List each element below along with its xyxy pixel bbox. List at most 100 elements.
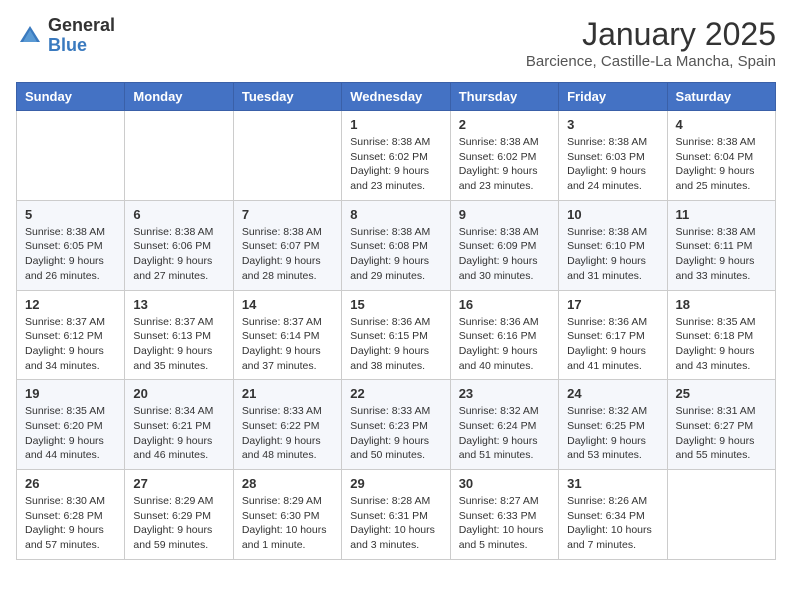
calendar-cell: 4 Sunrise: 8:38 AMSunset: 6:04 PMDaylight…: [667, 111, 775, 201]
day-number: 13: [133, 297, 224, 312]
day-detail: Sunrise: 8:38 AMSunset: 6:08 PMDaylight:…: [350, 225, 441, 284]
calendar-cell: [667, 470, 775, 560]
calendar-week-1: 1Sunrise: 8:38 AMSunset: 6:02 PMDaylight…: [17, 111, 776, 201]
calendar-cell: 3 Sunrise: 8:38 AMSunset: 6:03 PMDaylight…: [559, 111, 667, 201]
calendar-cell: [233, 111, 341, 201]
day-detail: Sunrise: 8:33 AMSunset: 6:23 PMDaylight:…: [350, 404, 441, 463]
calendar-cell: 20 Sunrise: 8:34 AMSunset: 6:21 PMDayligh…: [125, 380, 233, 470]
weekday-monday: Monday: [125, 83, 233, 111]
day-detail: Sunrise: 8:38 AMSunset: 6:02 PMDaylight:…: [350, 135, 441, 194]
day-detail: Sunrise: 8:37 AMSunset: 6:12 PMDaylight:…: [25, 315, 116, 374]
day-number: 29: [350, 476, 441, 491]
logo-icon: [16, 22, 44, 50]
calendar-cell: 10 Sunrise: 8:38 AMSunset: 6:10 PMDayligh…: [559, 200, 667, 290]
day-number: 10: [567, 207, 658, 222]
day-detail: Sunrise: 8:36 AMSunset: 6:15 PMDaylight:…: [350, 315, 441, 374]
calendar-cell: 13Sunrise: 8:37 AMSunset: 6:13 PMDayligh…: [125, 290, 233, 380]
day-number: 21: [242, 386, 333, 401]
logo: General Blue: [16, 16, 115, 56]
location-title: Barcience, Castille-La Mancha, Spain: [526, 53, 776, 70]
day-detail: Sunrise: 8:35 AMSunset: 6:18 PMDaylight:…: [676, 315, 767, 374]
day-detail: Sunrise: 8:38 AMSunset: 6:06 PMDaylight:…: [133, 225, 224, 284]
day-detail: Sunrise: 8:38 AMSunset: 6:11 PMDaylight:…: [676, 225, 767, 284]
day-detail: Sunrise: 8:33 AMSunset: 6:22 PMDaylight:…: [242, 404, 333, 463]
day-number: 25: [676, 386, 767, 401]
day-number: 11: [676, 207, 767, 222]
day-detail: Sunrise: 8:30 AMSunset: 6:28 PMDaylight:…: [25, 494, 116, 553]
day-number: 19: [25, 386, 116, 401]
calendar-week-5: 26 Sunrise: 8:30 AMSunset: 6:28 PMDayligh…: [17, 470, 776, 560]
weekday-wednesday: Wednesday: [342, 83, 450, 111]
calendar-cell: 27 Sunrise: 8:29 AMSunset: 6:29 PMDayligh…: [125, 470, 233, 560]
day-number: 30: [459, 476, 550, 491]
day-number: 26: [25, 476, 116, 491]
day-detail: Sunrise: 8:36 AMSunset: 6:17 PMDaylight:…: [567, 315, 658, 374]
day-detail: Sunrise: 8:28 AMSunset: 6:31 PMDaylight:…: [350, 494, 441, 553]
day-number: 3: [567, 117, 658, 132]
day-number: 9: [459, 207, 550, 222]
day-detail: Sunrise: 8:38 AMSunset: 6:05 PMDaylight:…: [25, 225, 116, 284]
day-number: 7: [242, 207, 333, 222]
calendar-cell: 17Sunrise: 8:36 AMSunset: 6:17 PMDayligh…: [559, 290, 667, 380]
day-number: 5: [25, 207, 116, 222]
day-number: 4: [676, 117, 767, 132]
calendar-cell: 29 Sunrise: 8:28 AMSunset: 6:31 PMDayligh…: [342, 470, 450, 560]
calendar-cell: [17, 111, 125, 201]
calendar-week-4: 19Sunrise: 8:35 AMSunset: 6:20 PMDayligh…: [17, 380, 776, 470]
day-number: 8: [350, 207, 441, 222]
title-block: January 2025 Barcience, Castille-La Manc…: [526, 16, 776, 70]
calendar-cell: 23 Sunrise: 8:32 AMSunset: 6:24 PMDayligh…: [450, 380, 558, 470]
calendar-table: SundayMondayTuesdayWednesdayThursdayFrid…: [16, 82, 776, 560]
day-detail: Sunrise: 8:29 AMSunset: 6:30 PMDaylight:…: [242, 494, 333, 553]
calendar-week-2: 5 Sunrise: 8:38 AMSunset: 6:05 PMDaylight…: [17, 200, 776, 290]
day-number: 16: [459, 297, 550, 312]
day-detail: Sunrise: 8:38 AMSunset: 6:09 PMDaylight:…: [459, 225, 550, 284]
day-detail: Sunrise: 8:38 AMSunset: 6:10 PMDaylight:…: [567, 225, 658, 284]
day-number: 27: [133, 476, 224, 491]
calendar-cell: 1Sunrise: 8:38 AMSunset: 6:02 PMDaylight…: [342, 111, 450, 201]
weekday-friday: Friday: [559, 83, 667, 111]
calendar-cell: 25Sunrise: 8:31 AMSunset: 6:27 PMDayligh…: [667, 380, 775, 470]
calendar-cell: 18 Sunrise: 8:35 AMSunset: 6:18 PMDayligh…: [667, 290, 775, 380]
weekday-saturday: Saturday: [667, 83, 775, 111]
day-number: 2: [459, 117, 550, 132]
calendar-cell: 8 Sunrise: 8:38 AMSunset: 6:08 PMDaylight…: [342, 200, 450, 290]
logo-text: General Blue: [48, 16, 115, 56]
logo-blue: Blue: [48, 35, 87, 55]
calendar-week-3: 12Sunrise: 8:37 AMSunset: 6:12 PMDayligh…: [17, 290, 776, 380]
calendar-cell: 16 Sunrise: 8:36 AMSunset: 6:16 PMDayligh…: [450, 290, 558, 380]
day-detail: Sunrise: 8:32 AMSunset: 6:24 PMDaylight:…: [459, 404, 550, 463]
day-detail: Sunrise: 8:29 AMSunset: 6:29 PMDaylight:…: [133, 494, 224, 553]
calendar-cell: [125, 111, 233, 201]
day-detail: Sunrise: 8:32 AMSunset: 6:25 PMDaylight:…: [567, 404, 658, 463]
day-detail: Sunrise: 8:37 AMSunset: 6:14 PMDaylight:…: [242, 315, 333, 374]
month-title: January 2025: [526, 16, 776, 53]
calendar-cell: 9 Sunrise: 8:38 AMSunset: 6:09 PMDaylight…: [450, 200, 558, 290]
calendar-cell: 2 Sunrise: 8:38 AMSunset: 6:02 PMDaylight…: [450, 111, 558, 201]
logo-general: General: [48, 15, 115, 35]
calendar-cell: 15 Sunrise: 8:36 AMSunset: 6:15 PMDayligh…: [342, 290, 450, 380]
day-number: 23: [459, 386, 550, 401]
day-detail: Sunrise: 8:36 AMSunset: 6:16 PMDaylight:…: [459, 315, 550, 374]
calendar-cell: 6Sunrise: 8:38 AMSunset: 6:06 PMDaylight…: [125, 200, 233, 290]
day-number: 14: [242, 297, 333, 312]
weekday-thursday: Thursday: [450, 83, 558, 111]
day-detail: Sunrise: 8:38 AMSunset: 6:07 PMDaylight:…: [242, 225, 333, 284]
day-number: 24: [567, 386, 658, 401]
day-detail: Sunrise: 8:38 AMSunset: 6:04 PMDaylight:…: [676, 135, 767, 194]
day-detail: Sunrise: 8:38 AMSunset: 6:02 PMDaylight:…: [459, 135, 550, 194]
calendar-cell: 14 Sunrise: 8:37 AMSunset: 6:14 PMDayligh…: [233, 290, 341, 380]
day-detail: Sunrise: 8:34 AMSunset: 6:21 PMDaylight:…: [133, 404, 224, 463]
day-number: 22: [350, 386, 441, 401]
day-detail: Sunrise: 8:27 AMSunset: 6:33 PMDaylight:…: [459, 494, 550, 553]
calendar-cell: 7 Sunrise: 8:38 AMSunset: 6:07 PMDaylight…: [233, 200, 341, 290]
day-number: 20: [133, 386, 224, 401]
day-number: 15: [350, 297, 441, 312]
calendar-cell: 11 Sunrise: 8:38 AMSunset: 6:11 PMDayligh…: [667, 200, 775, 290]
day-number: 18: [676, 297, 767, 312]
calendar-cell: 12Sunrise: 8:37 AMSunset: 6:12 PMDayligh…: [17, 290, 125, 380]
day-number: 28: [242, 476, 333, 491]
page-header: General Blue January 2025 Barcience, Cas…: [16, 16, 776, 70]
calendar-cell: 24 Sunrise: 8:32 AMSunset: 6:25 PMDayligh…: [559, 380, 667, 470]
day-detail: Sunrise: 8:38 AMSunset: 6:03 PMDaylight:…: [567, 135, 658, 194]
